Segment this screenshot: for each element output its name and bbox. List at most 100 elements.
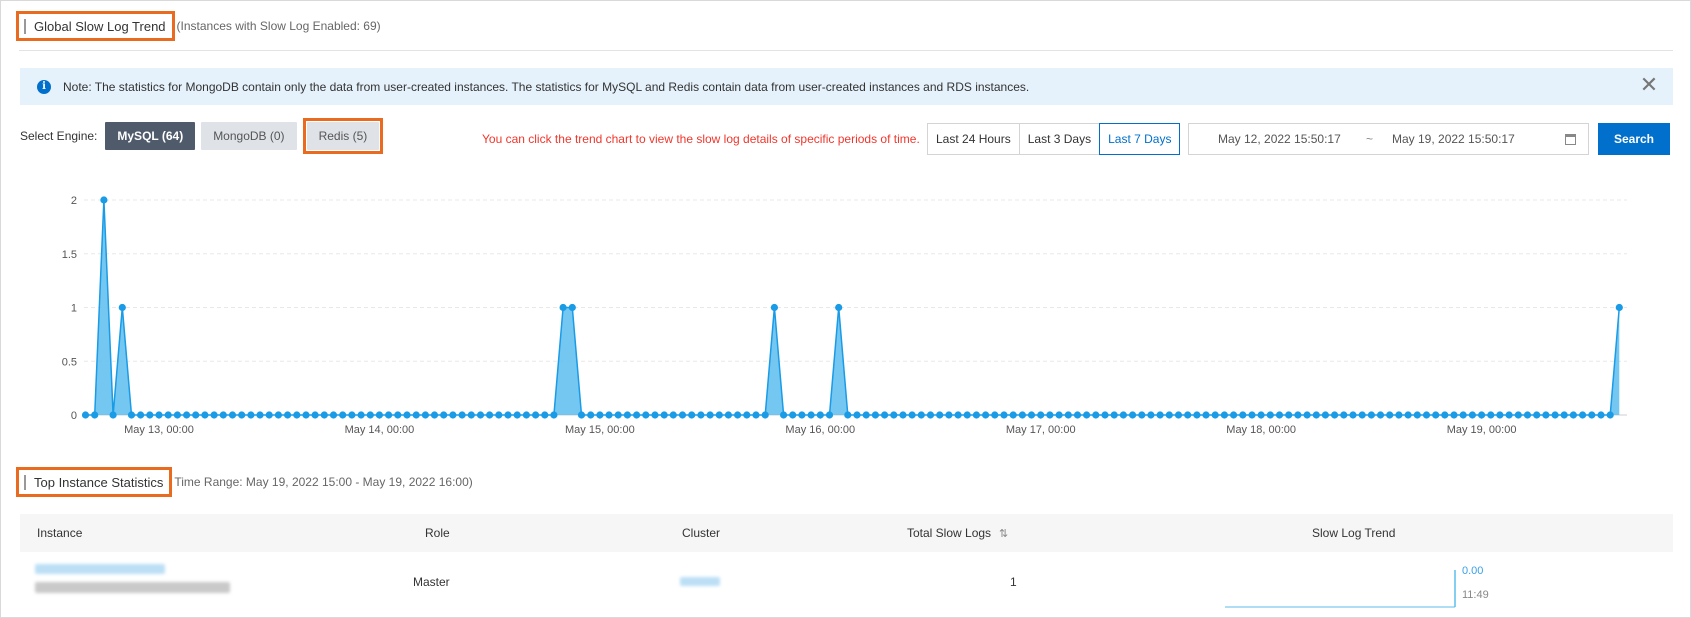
data-point bbox=[577, 411, 586, 419]
data-point bbox=[1321, 411, 1329, 419]
data-point bbox=[844, 411, 852, 419]
instance-name-link[interactable] bbox=[35, 564, 165, 574]
data-point bbox=[210, 411, 218, 419]
data-point bbox=[219, 411, 227, 419]
data-point bbox=[780, 411, 788, 419]
data-point bbox=[375, 411, 383, 419]
data-point bbox=[430, 411, 439, 419]
data-point bbox=[302, 411, 310, 419]
engine-redis-button[interactable]: Redis (5) bbox=[306, 122, 380, 150]
data-point bbox=[440, 411, 448, 419]
instance-id-text bbox=[35, 582, 230, 593]
data-point bbox=[926, 411, 935, 419]
data-point bbox=[155, 411, 163, 419]
chart-hint-text: You can click the trend chart to view th… bbox=[482, 132, 920, 146]
data-point bbox=[486, 411, 494, 419]
data-point bbox=[1037, 411, 1045, 419]
calendar-icon[interactable] bbox=[1565, 134, 1576, 145]
range-3d-button[interactable]: Last 3 Days bbox=[1018, 123, 1101, 155]
column-role: Role bbox=[425, 526, 450, 540]
top-instance-header: Top Instance Statistics Time Range: May … bbox=[16, 467, 473, 497]
data-point bbox=[1588, 411, 1596, 419]
data-point bbox=[183, 411, 191, 419]
data-point bbox=[605, 411, 613, 419]
data-point bbox=[1331, 411, 1339, 419]
date-start[interactable]: May 12, 2022 15:50:17 bbox=[1218, 132, 1341, 146]
data-point bbox=[1514, 411, 1522, 419]
data-point bbox=[807, 411, 815, 419]
data-point bbox=[770, 303, 779, 312]
data-point bbox=[1119, 411, 1127, 419]
data-point bbox=[1275, 411, 1284, 419]
data-point bbox=[587, 411, 595, 419]
engine-mongodb-button[interactable]: MongoDB (0) bbox=[201, 122, 297, 150]
range-7d-button[interactable]: Last 7 Days bbox=[1099, 123, 1181, 155]
data-point bbox=[724, 411, 733, 419]
data-point bbox=[899, 411, 907, 419]
data-point bbox=[660, 411, 668, 419]
data-point bbox=[1487, 411, 1495, 419]
data-point bbox=[1533, 411, 1541, 419]
data-point bbox=[614, 411, 622, 419]
data-point bbox=[109, 411, 117, 419]
notice-banner: i Note: The statistics for MongoDB conta… bbox=[20, 68, 1673, 105]
data-point bbox=[118, 303, 126, 312]
data-point bbox=[366, 411, 374, 419]
data-point bbox=[559, 303, 567, 312]
data-point bbox=[265, 411, 273, 419]
data-point bbox=[1432, 411, 1440, 419]
data-point bbox=[669, 411, 677, 419]
search-button[interactable]: Search bbox=[1598, 123, 1670, 155]
data-point bbox=[1266, 411, 1274, 419]
sort-icon[interactable]: ⇅ bbox=[999, 527, 1008, 540]
data-point bbox=[311, 411, 319, 419]
data-point bbox=[550, 411, 558, 419]
data-point bbox=[789, 411, 797, 419]
data-point bbox=[1129, 411, 1137, 419]
data-point bbox=[881, 411, 889, 419]
y-tick-label: 0.5 bbox=[62, 356, 77, 368]
cluster-link[interactable] bbox=[680, 577, 720, 586]
range-24h-button[interactable]: Last 24 Hours bbox=[927, 123, 1020, 155]
data-point bbox=[256, 411, 264, 419]
data-point bbox=[1018, 411, 1026, 419]
data-point bbox=[504, 411, 512, 419]
data-point bbox=[596, 411, 604, 419]
data-point bbox=[825, 411, 834, 419]
data-point bbox=[329, 411, 338, 419]
data-point bbox=[1239, 411, 1247, 419]
date-end[interactable]: May 19, 2022 15:50:17 bbox=[1392, 132, 1515, 146]
data-point bbox=[449, 411, 457, 419]
data-point bbox=[1294, 411, 1302, 419]
data-point bbox=[963, 411, 971, 419]
data-point bbox=[1220, 411, 1228, 419]
data-point bbox=[100, 196, 108, 204]
data-point bbox=[1138, 411, 1146, 419]
y-tick-label: 0 bbox=[71, 410, 77, 422]
data-point bbox=[403, 411, 411, 419]
slow-log-trend-chart[interactable]: 0 0.5 1 1.5 2 May 13, 00:00 May 14, 00:00 May 1… bbox=[0, 180, 1691, 462]
data-point bbox=[1083, 411, 1091, 419]
date-range-picker[interactable]: May 12, 2022 15:50:17 ~ May 19, 2022 15:… bbox=[1188, 123, 1589, 155]
data-point bbox=[1560, 411, 1568, 419]
data-point bbox=[871, 411, 880, 419]
data-point bbox=[761, 411, 769, 419]
top-instance-title-highlight: Top Instance Statistics bbox=[16, 467, 173, 497]
data-point bbox=[173, 411, 181, 419]
data-point bbox=[137, 411, 145, 419]
data-point bbox=[982, 411, 990, 419]
data-point bbox=[1450, 411, 1458, 419]
data-point bbox=[1110, 411, 1118, 419]
column-total-slow-logs[interactable]: Total Slow Logs ⇅ bbox=[907, 526, 1008, 540]
data-point bbox=[522, 411, 531, 419]
data-point bbox=[541, 411, 549, 419]
close-icon[interactable]: ✕ bbox=[1639, 74, 1659, 96]
data-point bbox=[1349, 411, 1357, 419]
engine-selector: Select Engine: MySQL (64) MongoDB (0) Re… bbox=[20, 118, 384, 154]
global-trend-title-highlight: Global Slow Log Trend bbox=[16, 11, 175, 41]
data-point bbox=[1505, 411, 1513, 419]
engine-mysql-button[interactable]: MySQL (64) bbox=[105, 122, 196, 150]
data-point bbox=[633, 411, 641, 419]
column-slow-log-trend: Slow Log Trend bbox=[1312, 526, 1396, 540]
data-point bbox=[495, 411, 503, 419]
